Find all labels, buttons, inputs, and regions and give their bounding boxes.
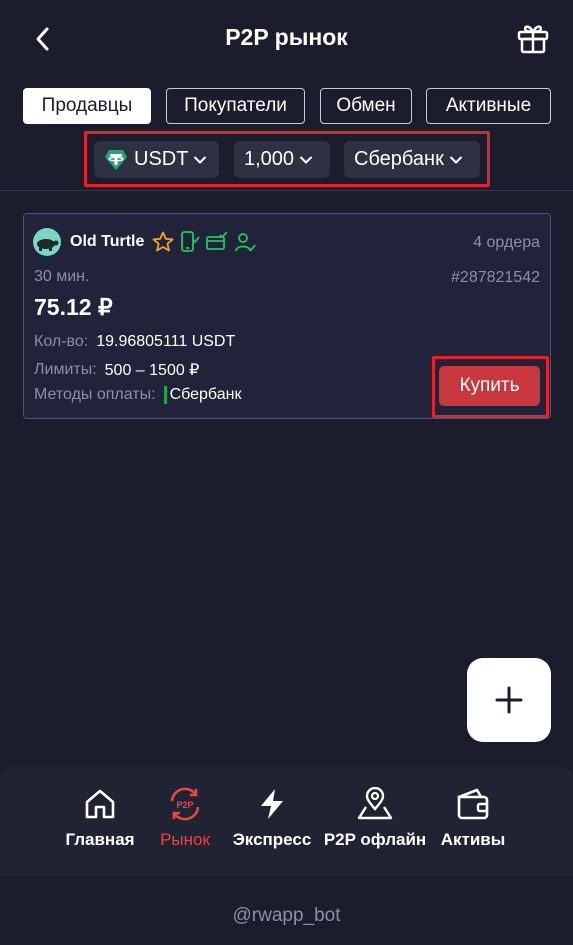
seller-badges [151, 229, 257, 255]
tab-buyers[interactable]: Покупатели [166, 88, 305, 124]
limits-label: Лимиты: [34, 361, 97, 378]
limits-row: Лимиты: 500 – 1500 ₽ [34, 360, 199, 380]
tether-icon [105, 149, 127, 170]
buy-button[interactable]: Купить [439, 366, 540, 406]
chevron-down-icon [300, 156, 313, 164]
nav-market-label: Рынок [160, 830, 210, 849]
star-icon [152, 231, 174, 252]
amount-label: 1,000 [244, 148, 295, 170]
tab-sellers[interactable]: Продавцы [23, 88, 151, 124]
currency-filter[interactable]: USDT [94, 141, 219, 178]
seller-name[interactable]: Old Turtle [70, 233, 144, 251]
lightning-icon [261, 789, 283, 819]
gift-icon [517, 25, 549, 54]
nav-assets[interactable]: Активы [440, 784, 506, 850]
quantity-label: Кол-во: [34, 333, 89, 350]
nav-express[interactable]: Экспресс [231, 784, 313, 850]
nav-market[interactable]: P2P Рынок [155, 784, 215, 850]
quantity-row: Кол-во: 19.96805111 USDT [34, 333, 235, 351]
nav-p2p-offline[interactable]: P2P офлайн [323, 784, 427, 850]
payment-method: Сбербанк [163, 386, 242, 404]
map-pin-icon [357, 787, 393, 820]
payment-method-label: Сбербанк [169, 386, 242, 403]
tab-active[interactable]: Активные [426, 88, 551, 124]
plus-icon [495, 686, 523, 714]
quantity-value: 19.96805111 USDT [96, 333, 236, 350]
offer-price: 75.12 ₽ [34, 294, 113, 320]
card-verified-icon [206, 231, 228, 250]
add-button[interactable] [467, 658, 551, 742]
nav-p2p-offline-label: P2P офлайн [323, 830, 427, 849]
nav-express-label: Экспресс [232, 830, 312, 849]
wallet-icon [457, 788, 489, 820]
bottom-nav: Главная P2P Рынок Экспресс P2P офлайн Ак… [0, 766, 573, 876]
bot-handle: @rwapp_bot [232, 905, 341, 926]
currency-label: USDT [134, 148, 189, 170]
chevron-down-icon [449, 156, 462, 164]
bank-filter[interactable]: Сбербанк [344, 141, 480, 178]
amount-filter[interactable]: 1,000 [234, 141, 330, 178]
nav-home[interactable]: Главная [65, 784, 135, 850]
p2p-icon-text: P2P [176, 800, 193, 810]
user-verified-icon [235, 233, 256, 252]
limits-value: 500 – 1500 ₽ [104, 362, 200, 379]
nav-home-label: Главная [65, 830, 135, 849]
gift-button[interactable] [515, 20, 551, 56]
methods-row: Методы оплаты: Сбербанк [34, 386, 241, 404]
avatar [33, 228, 61, 256]
phone-verified-icon [181, 231, 200, 252]
order-id: #287821542 [451, 269, 540, 286]
bank-color-bar [163, 386, 167, 404]
chevron-down-icon [194, 156, 207, 164]
nav-assets-label: Активы [440, 830, 506, 849]
home-icon [85, 789, 115, 819]
header: P2P рынок [0, 0, 573, 80]
divider [0, 190, 573, 191]
bank-label: Сбербанк [354, 148, 444, 170]
tab-exchange[interactable]: Обмен [320, 88, 412, 124]
methods-label: Методы оплаты: [34, 386, 156, 403]
orders-count: 4 ордера [473, 234, 540, 251]
turtle-icon [37, 239, 59, 251]
p2p-market-icon: P2P [170, 787, 200, 821]
payment-time: 30 мин. [34, 268, 90, 285]
page-title: P2P рынок [225, 24, 348, 50]
